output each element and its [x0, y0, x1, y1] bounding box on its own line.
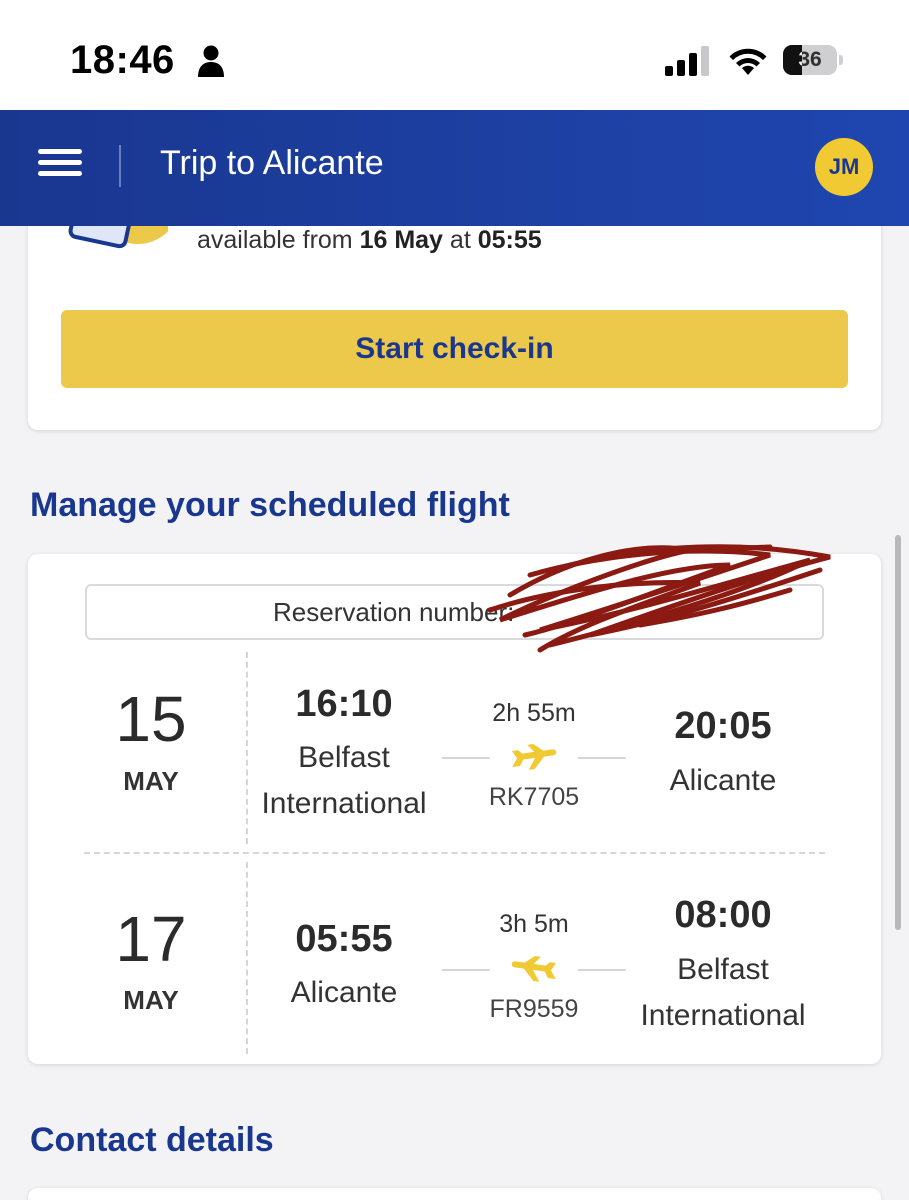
vertical-divider — [246, 862, 248, 1054]
plane-icon — [511, 956, 557, 982]
scrollbar[interactable] — [895, 535, 901, 930]
arrival-city: Alicante — [669, 764, 777, 797]
page: 18:46 36 available from 16 May at 05:55 … — [0, 0, 909, 1200]
route-line — [578, 757, 626, 759]
departure-time: 05:55 — [295, 918, 393, 960]
header-divider — [119, 145, 121, 187]
status-bar: 18:46 36 — [0, 0, 909, 110]
avatar[interactable]: JM — [815, 138, 873, 196]
flight-date-month: MAY — [123, 766, 179, 796]
arrival-city: Belfast International — [640, 953, 806, 1032]
route-line — [442, 969, 490, 971]
flight-date-month: MAY — [123, 985, 179, 1015]
person-icon — [198, 45, 224, 77]
contact-section-title: Contact details — [30, 1121, 274, 1159]
battery-level: 36 — [798, 48, 822, 71]
app-header — [0, 110, 909, 226]
status-time: 18:46 — [70, 38, 175, 82]
flight-date-day: 17 — [115, 903, 187, 975]
redaction-scribble — [487, 544, 831, 653]
departure-city: Belfast International — [261, 741, 427, 820]
departure-time: 16:10 — [295, 683, 393, 725]
flight-duration: 3h 5m — [499, 910, 569, 938]
route-line — [578, 969, 626, 971]
arrival-time: 08:00 — [674, 894, 772, 936]
battery-icon: 36 — [783, 45, 843, 75]
contact-card — [28, 1188, 881, 1200]
departure-city: Alicante — [290, 976, 398, 1009]
start-checkin-button[interactable]: Start check-in — [61, 310, 848, 388]
flight-number: FR9559 — [489, 995, 579, 1023]
flight-duration: 2h 55m — [492, 699, 576, 727]
wifi-icon — [729, 48, 767, 75]
route-line — [442, 757, 490, 759]
flight-separator — [84, 852, 825, 854]
flight-number: RK7705 — [488, 783, 580, 811]
flight-date-day: 15 — [115, 683, 187, 755]
plane-icon — [511, 744, 557, 770]
menu-icon[interactable] — [38, 145, 82, 181]
arrival-time: 20:05 — [674, 705, 772, 747]
page-title: Trip to Alicante — [160, 144, 384, 182]
checkin-availability: available from 16 May at 05:55 — [197, 226, 542, 254]
signal-icon — [665, 46, 709, 76]
manage-section-title: Manage your scheduled flight — [30, 486, 510, 524]
